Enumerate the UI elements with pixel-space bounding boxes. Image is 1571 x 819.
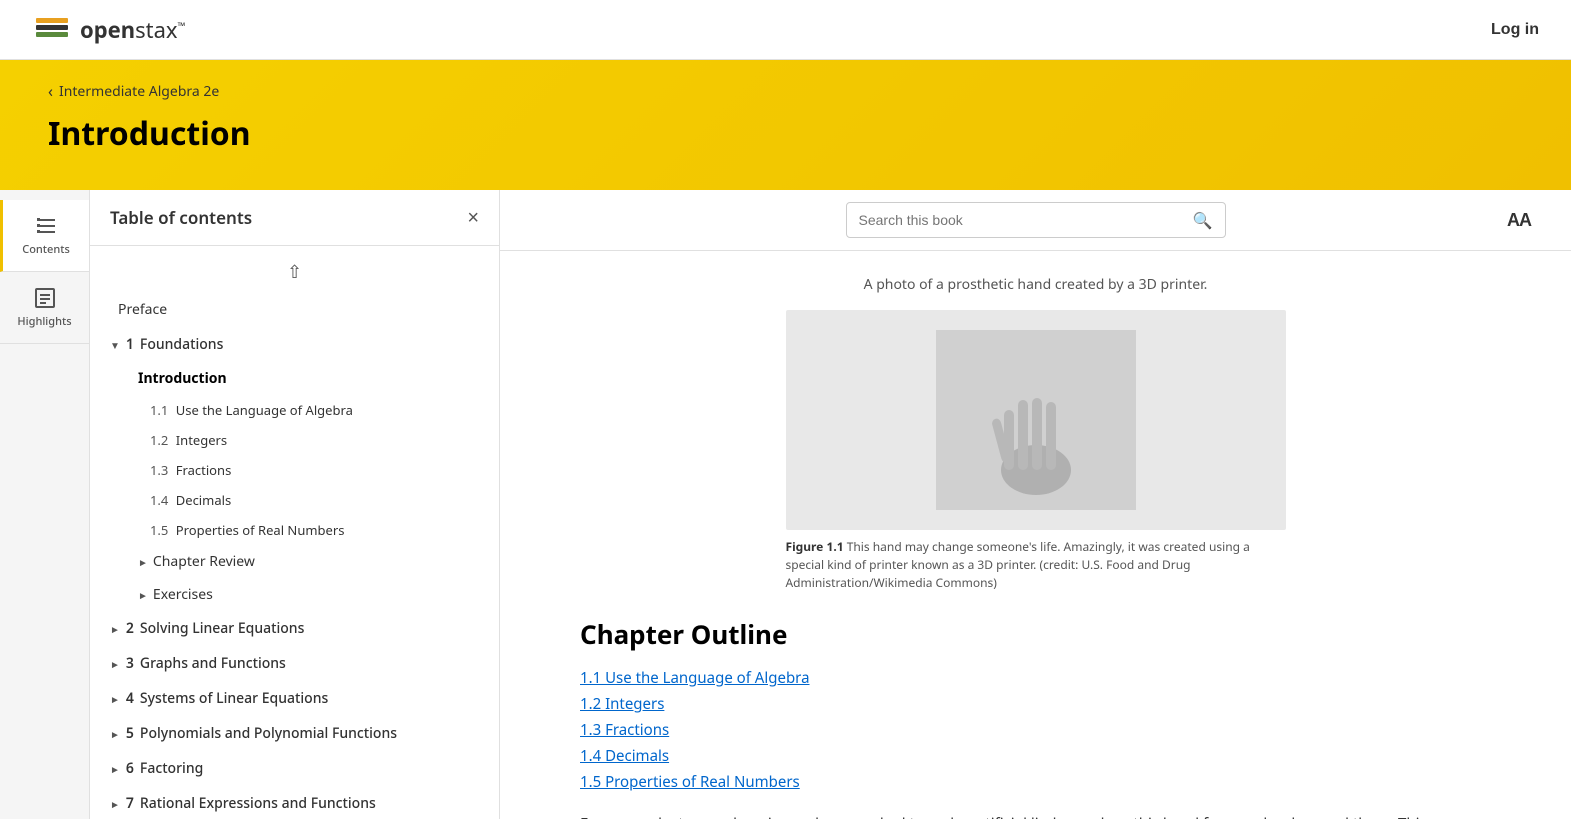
exercises-chevron-icon: ► [138, 588, 148, 602]
section-1-3-label: Fractions [176, 461, 232, 479]
sidebar-item-highlights[interactable]: Highlights [0, 272, 89, 344]
toc-section-1-5[interactable]: 1.5 Properties of Real Numbers [90, 515, 499, 545]
toc-introduction[interactable]: Introduction [90, 362, 499, 395]
chapter-6-number: 6 [126, 759, 134, 778]
content-area: 🔍 AA A photo of a prosthetic hand create… [500, 190, 1571, 819]
section-1-5-label: Properties of Real Numbers [176, 521, 345, 539]
toc-section-1-2[interactable]: 1.2 Integers [90, 425, 499, 455]
chapter-1-number: 1 [126, 335, 134, 354]
search-icon: 🔍 [1193, 209, 1213, 231]
chapter-2-number: 2 [126, 619, 134, 638]
openstax-logo-icon [32, 10, 72, 50]
toc-chapter-review[interactable]: ► Chapter Review [90, 545, 499, 578]
chapter-4-chevron-icon: ► [110, 692, 120, 706]
image-caption: A photo of a prosthetic hand created by … [580, 275, 1491, 294]
chapter-review-label: Chapter Review [153, 552, 255, 571]
sidebar-item-contents[interactable]: Contents [0, 200, 89, 272]
section-1-4-num: 1.4 [150, 491, 168, 509]
section-1-4-label: Decimals [176, 491, 231, 509]
search-input[interactable] [859, 212, 1185, 228]
contents-icon [34, 214, 58, 238]
section-1-5-num: 1.5 [150, 521, 168, 539]
toc-section-1-3[interactable]: 1.3 Fractions [90, 455, 499, 485]
toc-chapter-1[interactable]: ▼ 1 Foundations [90, 327, 499, 362]
outline-link-1-5[interactable]: 1.5 Properties of Real Numbers [580, 772, 1491, 792]
toc-chapter-6[interactable]: ► 6 Factoring [90, 751, 499, 786]
chapter-5-chevron-icon: ► [110, 727, 120, 741]
outline-link-1-3[interactable]: 1.3 Fractions [580, 720, 1491, 740]
back-to-book[interactable]: ‹ Intermediate Algebra 2e [48, 80, 1523, 102]
toc-chapter-4[interactable]: ► 4 Systems of Linear Equations [90, 681, 499, 716]
section-1-1-num: 1.1 [150, 401, 168, 419]
toc-exercises[interactable]: ► Exercises [90, 578, 499, 611]
scroll-up-indicator[interactable]: ⇧ [90, 256, 499, 292]
content-scroll[interactable]: A photo of a prosthetic hand created by … [500, 251, 1571, 819]
chapter-7-label: Rational Expressions and Functions [140, 794, 376, 813]
toc-section-1-4[interactable]: 1.4 Decimals [90, 485, 499, 515]
toc-panel: Table of contents × ⇧ Preface ▼ 1 Founda… [90, 190, 500, 819]
chapter-outline-title: Chapter Outline [580, 616, 1491, 652]
section-1-2-num: 1.2 [150, 431, 168, 449]
chapter-6-chevron-icon: ► [110, 762, 120, 776]
toc-chapter-7[interactable]: ► 7 Rational Expressions and Functions [90, 786, 499, 819]
book-title-back: Intermediate Algebra 2e [59, 82, 219, 101]
page-title: Introduction [48, 112, 1523, 155]
outline-link-1-2[interactable]: 1.2 Integers [580, 694, 1491, 714]
contents-label: Contents [22, 242, 70, 257]
section-1-3-num: 1.3 [150, 461, 168, 479]
chapter-3-label: Graphs and Functions [140, 654, 286, 673]
figure-label: Figure 1.1 [786, 538, 844, 555]
main-layout: Contents Highlights Table of contents × … [0, 190, 1571, 819]
sidebar-icons: Contents Highlights [0, 190, 90, 819]
section-1-1-label: Use the Language of Algebra [176, 401, 353, 419]
login-button[interactable]: Log in [1491, 21, 1539, 39]
chapter-1-chevron-down-icon: ▼ [110, 338, 120, 352]
outline-link-1-1[interactable]: 1.1 Use the Language of Algebra [580, 668, 1491, 688]
body-text: For years, doctors and engineers have wo… [580, 812, 1491, 819]
logo-text: openstax™ [80, 15, 185, 45]
toc-preface[interactable]: Preface [90, 292, 499, 327]
highlights-icon [33, 286, 57, 310]
toc-header: Table of contents × [90, 190, 499, 246]
figure-caption-text: This hand may change someone's life. Ama… [786, 538, 1250, 591]
toc-title: Table of contents [110, 206, 252, 229]
font-size-button[interactable]: AA [1507, 210, 1531, 231]
chapter-4-label: Systems of Linear Equations [140, 689, 328, 708]
top-navigation: openstax™ Log in [0, 0, 1571, 60]
toc-chapter-2[interactable]: ► 2 Solving Linear Equations [90, 611, 499, 646]
search-box[interactable]: 🔍 [846, 202, 1226, 238]
toc-section-1-1[interactable]: 1.1 Use the Language of Algebra [90, 395, 499, 425]
toc-close-button[interactable]: × [467, 208, 479, 228]
toc-chapter-3[interactable]: ► 3 Graphs and Functions [90, 646, 499, 681]
figure-image [786, 310, 1286, 530]
chapter-1-label: Foundations [140, 335, 223, 354]
chapter-4-number: 4 [126, 689, 134, 708]
back-chevron-icon: ‹ [48, 80, 53, 102]
chapter-3-chevron-icon: ► [110, 657, 120, 671]
chapter-5-number: 5 [126, 724, 134, 743]
toc-scroll[interactable]: ⇧ Preface ▼ 1 Foundations Introduction 1… [90, 246, 499, 819]
content-toolbar: 🔍 AA [500, 190, 1571, 251]
exercises-label: Exercises [153, 585, 213, 604]
logo[interactable]: openstax™ [32, 10, 185, 50]
highlights-label: Highlights [17, 314, 71, 329]
section-1-2-label: Integers [176, 431, 227, 449]
chapter-6-label: Factoring [140, 759, 203, 778]
outline-link-1-4[interactable]: 1.4 Decimals [580, 746, 1491, 766]
chapter-review-chevron-icon: ► [138, 555, 148, 569]
chapter-7-chevron-icon: ► [110, 797, 120, 811]
chapter-7-number: 7 [126, 794, 134, 813]
chapter-5-label: Polynomials and Polynomial Functions [140, 724, 397, 743]
book-header: ‹ Intermediate Algebra 2e Introduction [0, 60, 1571, 190]
toc-chapter-5[interactable]: ► 5 Polynomials and Polynomial Functions [90, 716, 499, 751]
chapter-3-number: 3 [126, 654, 134, 673]
figure-caption: Figure 1.1 This hand may change someone'… [786, 538, 1286, 592]
chapter-2-label: Solving Linear Equations [140, 619, 304, 638]
prosthetic-hand-illustration [936, 330, 1136, 510]
chapter-2-chevron-icon: ► [110, 622, 120, 636]
